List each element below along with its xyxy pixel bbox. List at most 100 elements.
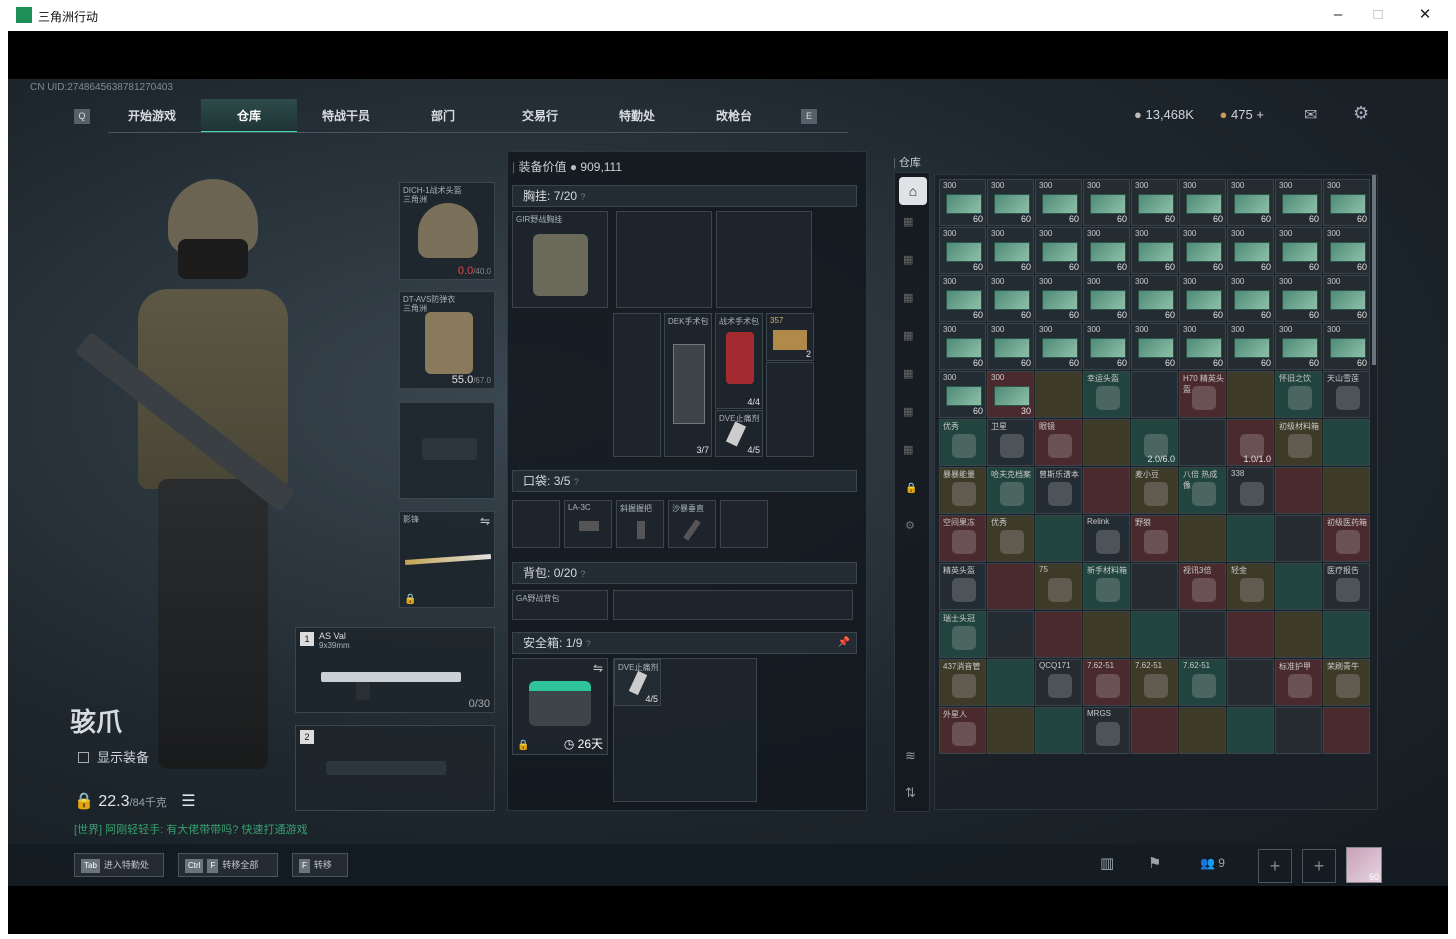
stash-item[interactable]: Relink [1083, 515, 1130, 562]
stash-cash-item[interactable]: 300 60 [1131, 179, 1178, 226]
stash-item[interactable]: 1.0/1.0 [1227, 419, 1274, 466]
stash-cash-item[interactable]: 300 60 [1035, 275, 1082, 322]
melee-slot[interactable]: 影锋 ⇋ 🔒 [399, 511, 495, 608]
stash-cash-item[interactable]: 300 60 [987, 179, 1034, 226]
pocket-item-vertical[interactable]: 沙暴垂直 [668, 500, 716, 548]
pocket-item-la3c[interactable]: LA-3C [564, 500, 612, 548]
stash-lock-icon[interactable]: 🔒 [905, 483, 917, 494]
stash-item[interactable]: 怀旧之饮 [1275, 371, 1322, 418]
stash-item[interactable]: 新手材料箱 [1083, 563, 1130, 610]
checkbox[interactable] [78, 752, 89, 763]
stash-item[interactable] [1035, 515, 1082, 562]
stash-cash-item[interactable]: 300 60 [1275, 227, 1322, 274]
stash-cash-item[interactable]: 300 60 [1323, 179, 1370, 226]
stash-settings-icon[interactable]: ⚙ [905, 519, 915, 532]
safebox-slot[interactable]: ⇋ 🔒 ◷ 26天 [512, 658, 608, 755]
pistol-slot[interactable] [399, 402, 495, 499]
stash-item[interactable] [1131, 611, 1178, 658]
stash-item[interactable]: 7.62-51 [1083, 659, 1130, 706]
stash-cash-item[interactable]: 300 60 [1083, 227, 1130, 274]
chat-line[interactable]: [世界] 阿刚轻轻手: 有大佬带带吗? 快速打通游戏 [74, 821, 307, 837]
stash-item[interactable] [1083, 467, 1130, 514]
stash-item[interactable] [987, 659, 1034, 706]
tab-start-game[interactable]: 开始游戏 [104, 99, 200, 133]
pocket-slot-1[interactable] [512, 500, 560, 548]
stash-item[interactable] [1227, 515, 1274, 562]
chest-item-dve[interactable]: DVE止痛剂 4/5 [715, 410, 763, 457]
stash-cash-item[interactable]: 300 60 [939, 323, 986, 370]
stash-cash-item[interactable]: 300 60 [939, 179, 986, 226]
stash-item[interactable] [1083, 611, 1130, 658]
stash-cash-item[interactable]: 300 60 [1179, 179, 1226, 226]
stash-item[interactable] [1275, 707, 1322, 754]
stash-tab-5-icon[interactable]: ▦ [903, 329, 913, 342]
stash-cash-item[interactable]: 300 60 [987, 323, 1034, 370]
stash-item[interactable]: H70 精英头盔 [1179, 371, 1226, 418]
add-squad-slot-1[interactable]: + [1258, 849, 1292, 883]
stash-item[interactable]: 哈夫克档案 [987, 467, 1034, 514]
stash-cash-item[interactable]: 300 60 [987, 275, 1034, 322]
chest-rig-slot[interactable]: GIR野战胸挂 [512, 211, 608, 308]
list-icon[interactable]: ☰ [181, 793, 195, 810]
swap-icon[interactable]: ⇋ [593, 661, 603, 675]
pocket-slot-5[interactable] [720, 500, 768, 548]
stash-item[interactable]: MRGS [1083, 707, 1130, 754]
stash-item[interactable]: 医疗报告 [1323, 563, 1370, 610]
stash-item[interactable] [987, 707, 1034, 754]
friends-button[interactable]: 👥 9 [1200, 856, 1225, 870]
pin-icon[interactable]: 📌 [838, 633, 850, 653]
stash-cash-item[interactable]: 300 60 [1179, 323, 1226, 370]
stash-cash-item[interactable]: 300 60 [1035, 227, 1082, 274]
nav-prev-key[interactable]: Q [74, 109, 90, 124]
minimize-button[interactable]: – [1326, 4, 1350, 26]
settings-gear-icon[interactable]: ⚙ [1353, 103, 1369, 124]
stash-item[interactable]: 暴暴能量 [939, 467, 986, 514]
helmet-slot[interactable]: DICH-1战术头盔 三角洲 0.0/40.0 [399, 182, 495, 280]
stash-cash-item[interactable]: 300 60 [1227, 275, 1274, 322]
add-squad-slot-2[interactable]: + [1302, 849, 1336, 883]
chest-item-357[interactable]: 357 2 [766, 313, 814, 361]
stash-cash-item[interactable]: 300 60 [939, 227, 986, 274]
stash-cash-item[interactable]: 300 60 [1083, 179, 1130, 226]
armor-slot[interactable]: DT-AVS防弹衣 三角洲 55.0/67.0 [399, 291, 495, 389]
stash-tab-2-icon[interactable]: ▦ [903, 215, 913, 228]
stash-item[interactable]: 视讯3倍 [1179, 563, 1226, 610]
stash-cash-item[interactable]: 300 60 [1131, 323, 1178, 370]
stash-cash-item[interactable]: 300 60 [1083, 323, 1130, 370]
stash-cash-item[interactable]: 300 60 [987, 227, 1034, 274]
stash-item[interactable] [1323, 419, 1370, 466]
stash-item[interactable] [987, 611, 1034, 658]
safebox-grid[interactable]: DVE止痛剂 4/5 [613, 658, 757, 802]
stash-tab-6-icon[interactable]: ▦ [903, 367, 913, 380]
stash-item[interactable]: 荣刷青牛 [1323, 659, 1370, 706]
premium-amount[interactable]: 475 + [1231, 107, 1264, 122]
close-button[interactable]: ✕ [1413, 4, 1437, 26]
stash-item[interactable]: 300 60 [939, 371, 986, 418]
chest-grid-a[interactable] [616, 211, 712, 308]
stash-item[interactable] [987, 563, 1034, 610]
backpack-slot[interactable]: GA野战背包 [512, 590, 608, 620]
stash-item[interactable]: 眼镜 [1035, 419, 1082, 466]
flag-icon[interactable]: ⚑ [1148, 854, 1161, 872]
stash-item[interactable]: 轻金 [1227, 563, 1274, 610]
tab-department[interactable]: 部门 [395, 99, 491, 133]
safebox-item-dve[interactable]: DVE止痛剂 4/5 [614, 659, 661, 706]
stash-cash-item[interactable]: 300 60 [1035, 179, 1082, 226]
chest-grid-d[interactable] [766, 362, 814, 457]
tab-gunsmith[interactable]: 改枪台 [686, 99, 782, 133]
stash-item[interactable] [1035, 371, 1082, 418]
transfer-all-button[interactable]: Ctrl F 转移全部 [178, 853, 278, 877]
stash-item[interactable]: 初级医药箱 [1323, 515, 1370, 562]
stash-tab-3-icon[interactable]: ▦ [903, 253, 913, 266]
stash-cash-item[interactable]: 300 60 [1275, 179, 1322, 226]
stash-item[interactable] [1179, 419, 1226, 466]
stash-item[interactable]: 2.0/6.0 [1131, 419, 1178, 466]
secondary-weapon-slot[interactable]: 2 [295, 725, 495, 811]
stash-item[interactable]: 437消音管 [939, 659, 986, 706]
stash-item[interactable] [1035, 611, 1082, 658]
stash-sort-icon[interactable]: ⇅ [905, 785, 916, 801]
transfer-button[interactable]: F 转移 [292, 853, 348, 877]
maximize-button[interactable]: □ [1366, 4, 1390, 26]
stash-item[interactable]: 75 [1035, 563, 1082, 610]
stash-item[interactable]: 野狼 [1131, 515, 1178, 562]
